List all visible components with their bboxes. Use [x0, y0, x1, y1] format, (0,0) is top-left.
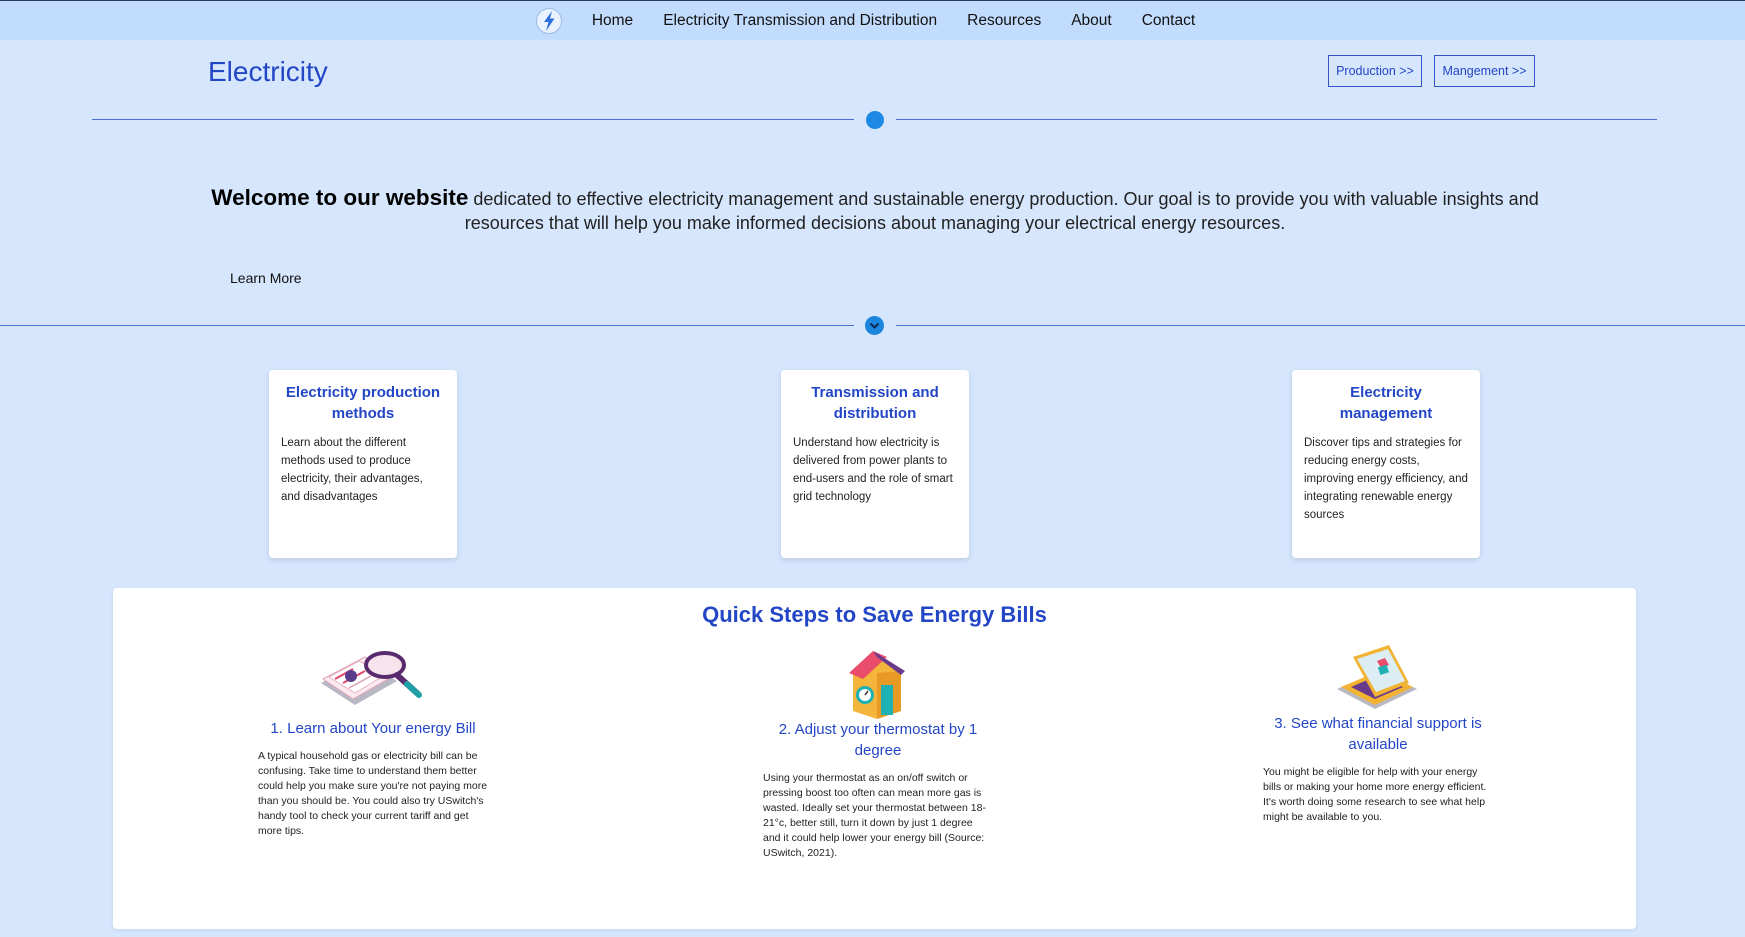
management-button[interactable]: Mangement >> [1434, 55, 1535, 87]
nav-about[interactable]: About [1071, 12, 1112, 30]
card-text: Learn about the different methods used t… [281, 437, 423, 503]
chevron-down-icon[interactable] [865, 316, 884, 335]
mid-divider-left [0, 325, 854, 326]
card-electricity-management[interactable]: Electricity management Discover tips and… [1292, 370, 1480, 558]
welcome-body: dedicated to effective electricity manag… [464, 189, 1539, 233]
card-transmission-distribution[interactable]: Transmission and distribution Understand… [781, 370, 969, 558]
step-title: 3. See what financial support is availab… [1274, 715, 1482, 753]
welcome-heading: Welcome to our website [211, 185, 469, 210]
divider-dot [866, 111, 884, 129]
bill-magnifier-icon [321, 651, 422, 705]
card-title: Electricity production methods [285, 384, 441, 422]
laptop-house-icon [1337, 645, 1417, 709]
navbar: Home Electricity Transmission and Distri… [0, 0, 1745, 40]
step-title: 2. Adjust your thermostat by 1 degree [778, 721, 978, 759]
card-production-methods[interactable]: Electricity production methods Learn abo… [269, 370, 457, 558]
card-text: Discover tips and strategies for reducin… [1304, 437, 1468, 521]
card-title: Electricity management [1339, 384, 1433, 422]
nav-transmission-distribution[interactable]: Electricity Transmission and Distributio… [663, 12, 937, 30]
lightning-bolt-icon[interactable] [535, 7, 563, 35]
card-text: Understand how electricity is delivered … [793, 437, 953, 503]
step-item: 2. Adjust your thermostat by 1 degree Us… [763, 643, 993, 861]
quick-steps-title: Quick Steps to Save Energy Bills [702, 602, 1047, 627]
page-title: Electricity [208, 56, 328, 87]
step-item: 1. Learn about Your energy Bill A typica… [258, 643, 488, 839]
step-text: Using your thermostat as an on/off switc… [763, 772, 986, 859]
card-title: Transmission and distribution [811, 384, 939, 422]
house-thermostat-icon [849, 651, 905, 719]
top-divider-right [896, 119, 1657, 120]
step-text: You might be eligible for help with your… [1263, 766, 1487, 823]
welcome-text: Welcome to our website dedicated to effe… [200, 186, 1550, 235]
learn-more-link[interactable]: Learn More [230, 270, 302, 286]
nav-resources[interactable]: Resources [967, 12, 1041, 30]
mid-divider-right [896, 325, 1745, 326]
nav-home[interactable]: Home [592, 12, 633, 30]
step-text: A typical household gas or electricity b… [258, 750, 488, 837]
step-item: 3. See what financial support is availab… [1263, 643, 1493, 825]
top-divider-left [92, 119, 854, 120]
production-button[interactable]: Production >> [1328, 55, 1422, 87]
step-title: 1. Learn about Your energy Bill [270, 720, 476, 737]
quick-steps-section: Quick Steps to Save Energy Bills 1. Lear… [113, 588, 1636, 929]
nav-contact[interactable]: Contact [1142, 12, 1195, 30]
